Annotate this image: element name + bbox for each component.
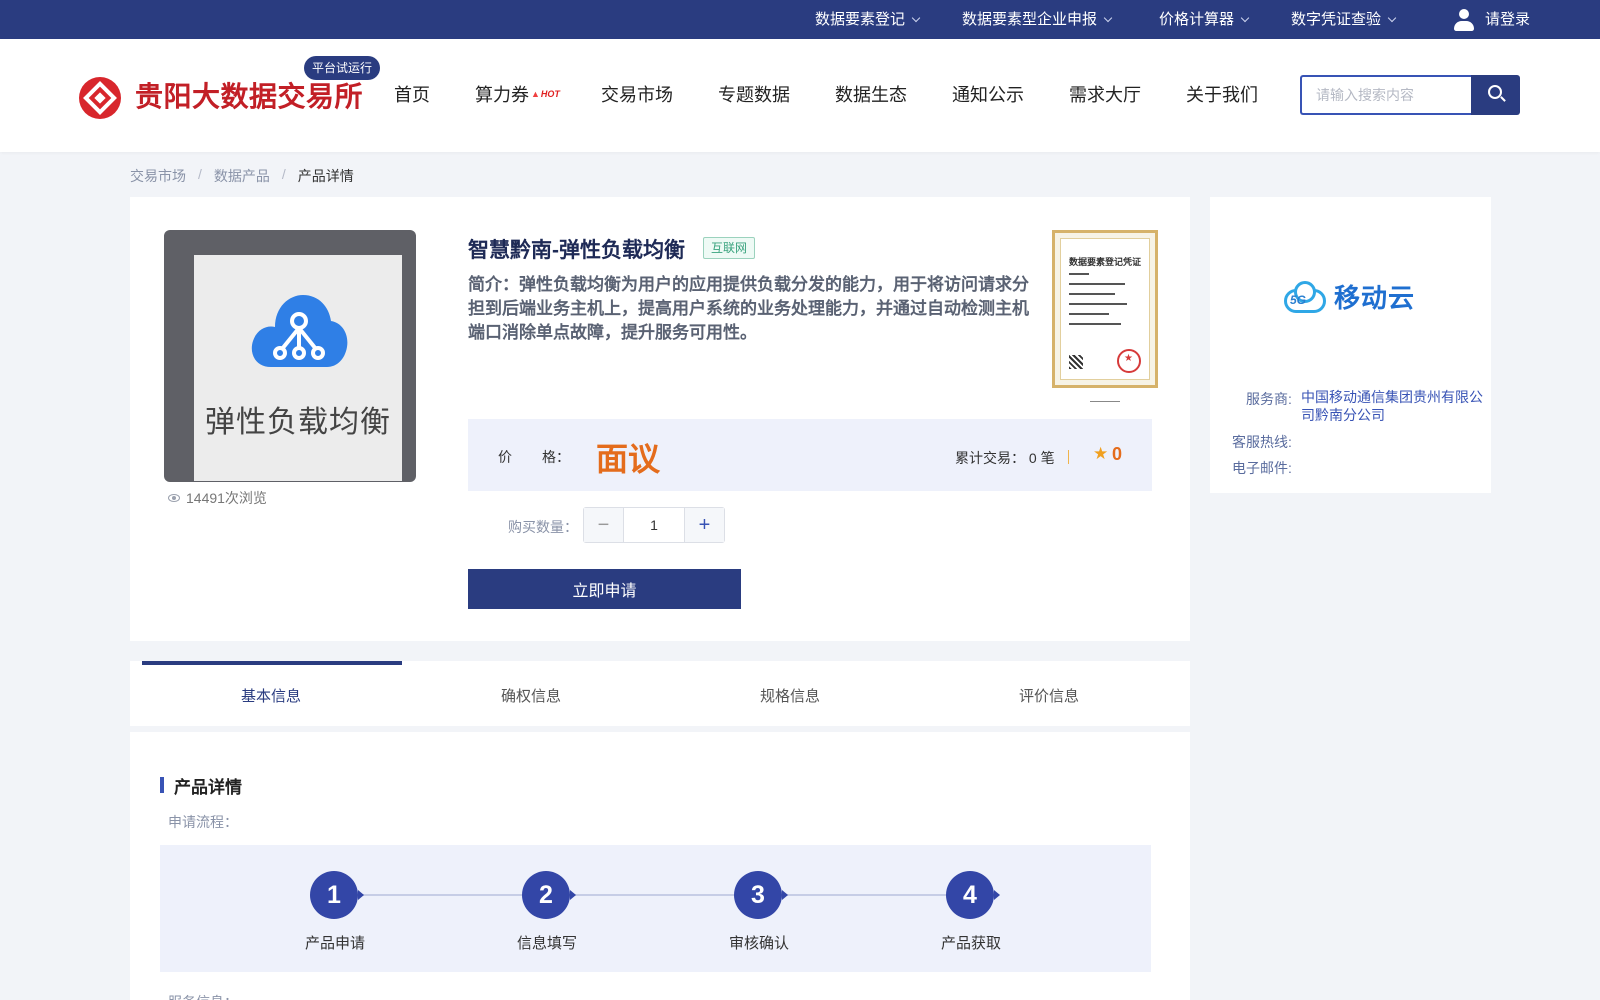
price-label: 价格： (498, 449, 570, 465)
deal-count: 累计交易： 0 笔 (955, 450, 1055, 466)
topbar-item-voucher-check[interactable]: 数字凭证查验 (1291, 0, 1397, 39)
view-count: 14491次浏览 (168, 488, 267, 508)
topbar-item-enterprise-declaration[interactable]: 数据要素型企业申报 (962, 0, 1113, 39)
step-3-badge: 3 (734, 871, 788, 919)
eye-icon (168, 494, 180, 502)
seal-icon (1117, 349, 1141, 373)
registration-certificate[interactable]: 数据要素登记凭证 (1052, 230, 1158, 388)
email-label: 电子邮件: (1232, 460, 1292, 476)
hotline-label: 客服热线: (1232, 434, 1292, 450)
decrement-button[interactable]: − (584, 508, 624, 542)
chevron-down-icon (911, 13, 921, 22)
search-input[interactable] (1300, 75, 1471, 115)
login-link[interactable]: 请登录 (1453, 0, 1530, 39)
topbar-item-data-registration[interactable]: 数据要素登记 (815, 0, 921, 39)
step-1-badge: 1 (310, 871, 364, 919)
cloud-icon: 5G (1280, 279, 1330, 315)
tab-ownership-info[interactable]: 确权信息 (501, 685, 561, 706)
nav-notices[interactable]: 通知公示 (952, 81, 1024, 107)
quantity-label: 购买数量： (508, 519, 578, 535)
logo-icon[interactable] (79, 77, 121, 119)
top-bar: 数据要素登记 数据要素型企业申报 价格计算器 数字凭证查验 请登录 (0, 0, 1600, 39)
quantity-stepper: − + (583, 507, 725, 543)
breadcrumb: 交易市场 / 数据产品 / 产品详情 (130, 166, 354, 186)
chevron-down-icon (1387, 13, 1397, 22)
provider-value[interactable]: 中国移动通信集团贵州有限公司黔南分公司 (1301, 388, 1483, 424)
thumbnail-label: 弹性负载均衡 (205, 406, 391, 439)
site-header: 贵阳大数据交易所 平台试运行 首页 算力券 HOT 交易市场 专题数据 数据生态… (0, 39, 1600, 152)
product-description: 简介：弹性负载均衡为用户的应用提供负载分发的能力，用于将访问请求分担到后端业务主… (468, 275, 1029, 342)
vendor-logo[interactable]: 5G 移动云 (1280, 278, 1415, 315)
chevron-down-icon (1240, 13, 1250, 22)
nav-demand-hall[interactable]: 需求大厅 (1069, 81, 1141, 107)
breadcrumb-market[interactable]: 交易市场 (130, 166, 186, 186)
pilot-badge: 平台试运行 (304, 56, 381, 80)
provider-label: 服务商: (1246, 391, 1292, 407)
active-tab-indicator (142, 661, 402, 665)
nav-home[interactable]: 首页 (394, 81, 430, 107)
star-icon: ★ (1093, 444, 1109, 463)
topbar-item-price-calculator[interactable]: 价格计算器 (1159, 0, 1250, 39)
qr-code-icon (1069, 355, 1083, 369)
price-value: 面议 (596, 441, 661, 477)
flow-label: 申请流程： (168, 814, 238, 830)
step-4-badge: 4 (946, 871, 1000, 919)
step-3-label: 审核确认 (728, 935, 789, 952)
nav-topic-data[interactable]: 专题数据 (718, 81, 790, 107)
cloud-network-icon (251, 295, 348, 367)
certificate-title: 数据要素登记凭证 (1068, 257, 1141, 267)
product-title: 智慧黔南-弹性负载均衡 (468, 239, 685, 262)
breadcrumb-data-products[interactable]: 数据产品 (214, 166, 270, 186)
search-button[interactable] (1471, 75, 1520, 115)
breadcrumb-current: 产品详情 (297, 168, 354, 184)
step-2-label: 信息填写 (516, 935, 577, 952)
step-1-label: 产品申请 (304, 935, 365, 952)
chevron-down-icon (1103, 13, 1113, 22)
section-title: 产品详情 (174, 778, 242, 797)
nav-about[interactable]: 关于我们 (1186, 81, 1258, 107)
category-tag: 互联网 (703, 237, 756, 259)
product-thumbnail: 弹性负载均衡 (164, 230, 416, 482)
increment-button[interactable]: + (684, 508, 724, 542)
tab-spec-info[interactable]: 规格信息 (760, 685, 820, 706)
rating-value: 0 (1112, 444, 1123, 464)
nav-compute-voucher[interactable]: 算力券 (475, 81, 529, 107)
nav-ecosystem[interactable]: 数据生态 (835, 81, 907, 107)
tab-basic-info[interactable]: 基本信息 (241, 685, 301, 706)
tab-review-info[interactable]: 评价信息 (1019, 685, 1079, 706)
apply-button[interactable]: 立即申请 (468, 569, 741, 609)
service-info-label: 服务信息： (168, 992, 238, 1000)
hot-badge-icon: HOT (531, 89, 560, 99)
step-4-label: 产品获取 (940, 935, 1001, 952)
step-2-badge: 2 (522, 871, 576, 919)
logo-text[interactable]: 贵阳大数据交易所 (135, 75, 363, 115)
quantity-input[interactable] (624, 508, 684, 542)
user-icon (1453, 8, 1475, 32)
nav-market[interactable]: 交易市场 (601, 81, 673, 107)
